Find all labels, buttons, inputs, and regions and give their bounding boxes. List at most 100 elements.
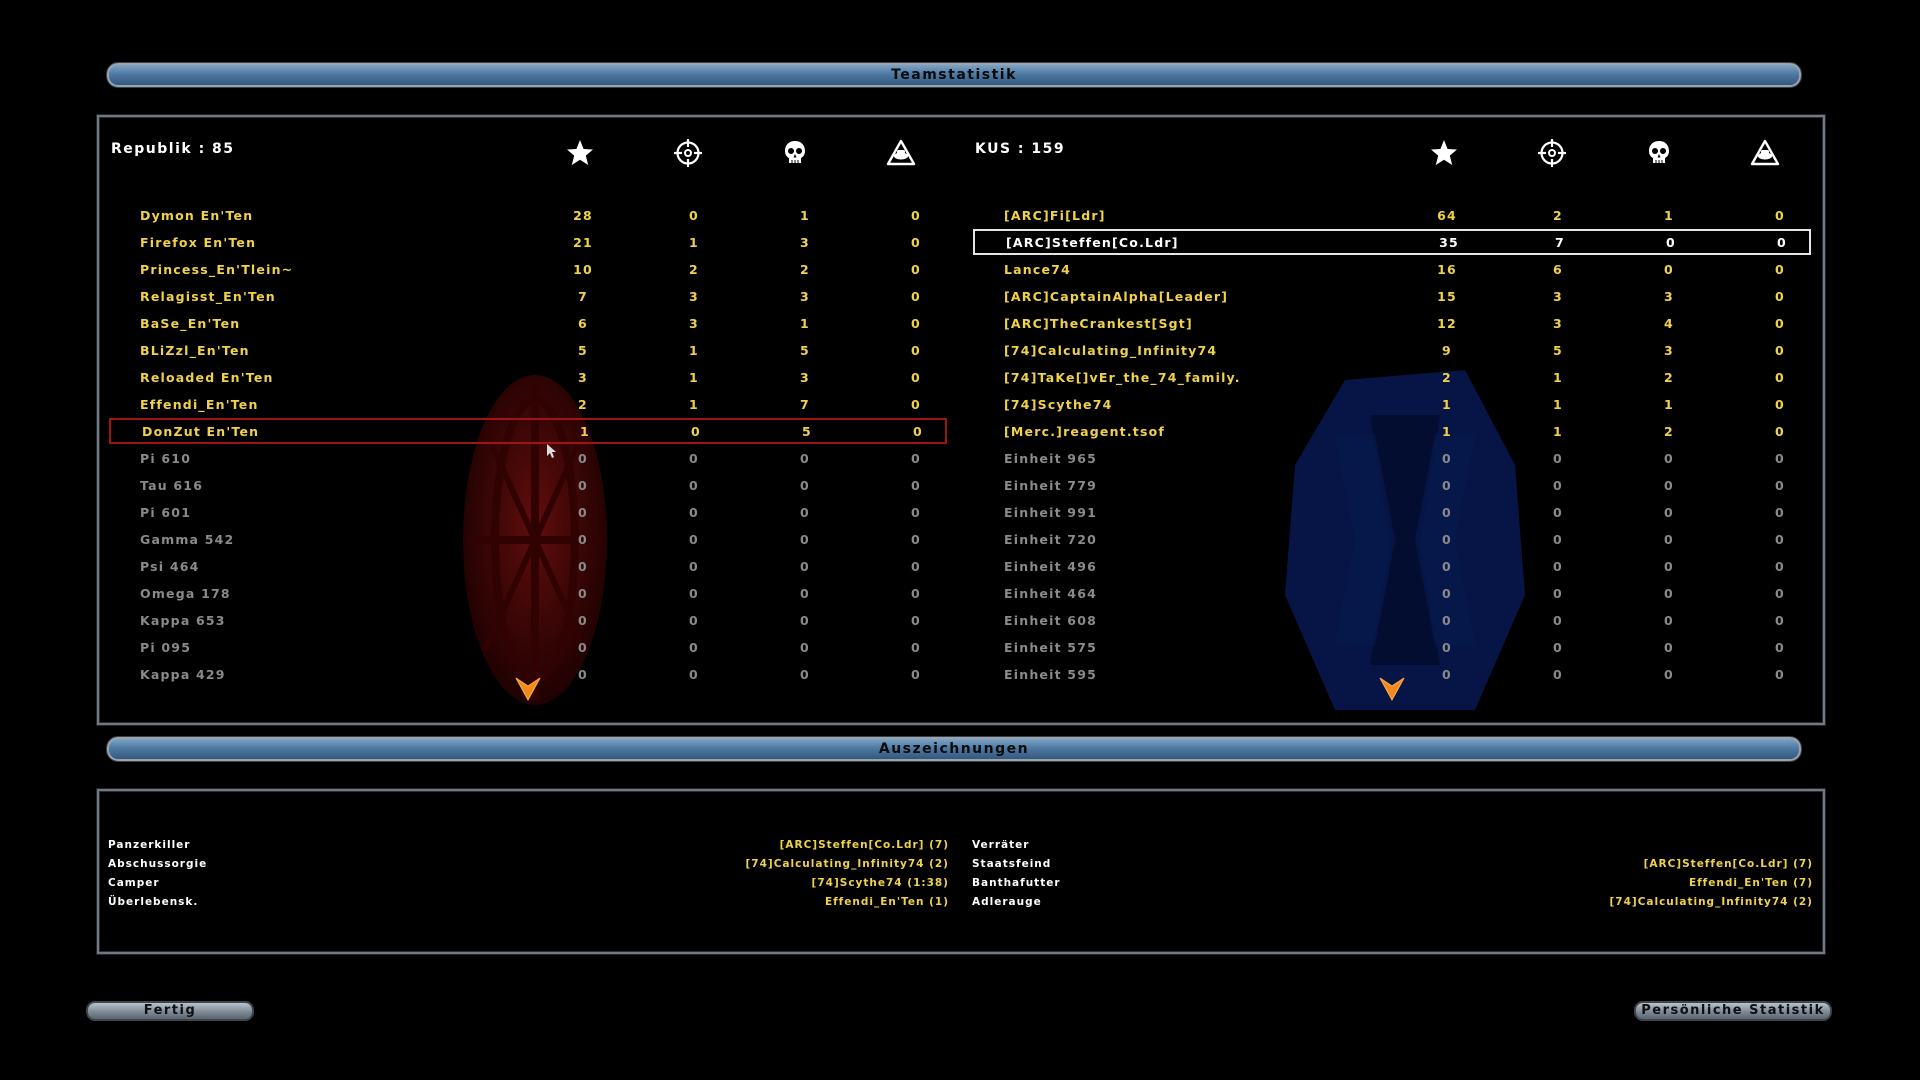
player-row[interactable]: BaSe_En'Ten 6 3 1 0 <box>109 310 947 336</box>
player-row[interactable]: Pi 095 0 0 0 0 <box>109 634 947 660</box>
player-stat-teamkills: 0 <box>1775 262 1785 277</box>
player-row[interactable]: Tau 616 0 0 0 0 <box>109 472 947 498</box>
player-name: [Merc.]reagent.tsof <box>1004 424 1166 439</box>
award-label: Überlebensk. <box>108 896 199 908</box>
player-stat-score: 0 <box>1442 451 1452 466</box>
player-stat-vehicle-kills: 0 <box>1553 451 1563 466</box>
player-stat-score: 0 <box>1442 505 1452 520</box>
player-stat-deaths: 0 <box>1664 505 1674 520</box>
award-label: Banthafutter <box>972 877 1061 889</box>
player-stat-vehicle-kills: 0 <box>689 640 699 655</box>
player-stat-teamkills: 0 <box>911 586 921 601</box>
player-stat-teamkills: 0 <box>911 505 921 520</box>
player-row[interactable]: Lance74 16 6 0 0 <box>973 256 1811 282</box>
player-row[interactable]: [74]Calculating_Infinity74 9 5 3 0 <box>973 337 1811 363</box>
player-stat-deaths: 3 <box>800 370 810 385</box>
player-row[interactable]: Psi 464 0 0 0 0 <box>109 553 947 579</box>
player-stat-score: 0 <box>578 586 588 601</box>
personal-statistics-button[interactable]: Persönliche Statistik <box>1634 1001 1832 1021</box>
player-row[interactable]: [74]TaKe[]vEr_the_74_family. 2 1 2 0 <box>973 364 1811 390</box>
player-row[interactable]: [74]Scythe74 1 1 1 0 <box>973 391 1811 417</box>
player-stat-deaths: 0 <box>1664 451 1674 466</box>
team-name-republik: Republik : 85 <box>111 141 235 157</box>
scroll-down-arrow-icon[interactable] <box>1378 676 1406 702</box>
player-row[interactable]: Pi 610 0 0 0 0 <box>109 445 947 471</box>
fertig-button[interactable]: Fertig <box>86 1001 254 1021</box>
player-name: [74]Scythe74 <box>1004 397 1113 412</box>
player-name: Pi 095 <box>140 640 192 655</box>
scroll-down-arrow-icon[interactable] <box>514 676 542 702</box>
player-row[interactable]: [ARC]Fi[Ldr] 64 2 1 0 <box>973 202 1811 228</box>
player-row[interactable]: [ARC]Steffen[Co.Ldr] 35 7 0 0 <box>973 229 1811 255</box>
player-stat-teamkills: 0 <box>1777 235 1787 250</box>
player-row[interactable]: Relagisst_En'Ten 7 3 3 0 <box>109 283 947 309</box>
player-row[interactable]: Effendi_En'Ten 2 1 7 0 <box>109 391 947 417</box>
player-name: Gamma 542 <box>140 532 235 547</box>
player-row[interactable]: Firefox En'Ten 21 1 3 0 <box>109 229 947 255</box>
player-stat-deaths: 0 <box>1666 235 1676 250</box>
player-name: Reloaded En'Ten <box>140 370 274 385</box>
player-stat-teamkills: 0 <box>1775 586 1785 601</box>
player-name: [ARC]Fi[Ldr] <box>1004 208 1106 223</box>
player-stat-teamkills: 0 <box>911 397 921 412</box>
player-stat-vehicle-kills: 0 <box>689 208 699 223</box>
player-stat-deaths: 5 <box>800 343 810 358</box>
player-stat-teamkills: 0 <box>1775 532 1785 547</box>
player-row[interactable]: Gamma 542 0 0 0 0 <box>109 526 947 552</box>
player-stat-score: 0 <box>578 451 588 466</box>
player-stat-vehicle-kills: 0 <box>689 667 699 682</box>
player-stat-score: 0 <box>578 640 588 655</box>
player-row[interactable]: Einheit 608 0 0 0 0 <box>973 607 1811 633</box>
player-row[interactable]: [ARC]CaptainAlpha[Leader] 15 3 3 0 <box>973 283 1811 309</box>
player-row[interactable]: Reloaded En'Ten 3 1 3 0 <box>109 364 947 390</box>
skull-icon <box>1649 141 1669 163</box>
player-stat-teamkills: 0 <box>1775 316 1785 331</box>
player-row[interactable]: Kappa 653 0 0 0 0 <box>109 607 947 633</box>
player-stat-vehicle-kills: 0 <box>689 586 699 601</box>
player-stat-teamkills: 0 <box>911 262 921 277</box>
player-stat-vehicle-kills: 1 <box>689 343 699 358</box>
player-stat-teamkills: 0 <box>911 235 921 250</box>
player-name: Princess_En'Tlein~ <box>140 262 294 277</box>
player-name: [ARC]TheCrankest[Sgt] <box>1004 316 1193 331</box>
player-stat-deaths: 1 <box>800 316 810 331</box>
player-stat-vehicle-kills: 0 <box>691 424 701 439</box>
player-row[interactable]: Einheit 965 0 0 0 0 <box>973 445 1811 471</box>
player-stat-vehicle-kills: 1 <box>689 235 699 250</box>
player-row[interactable]: [Merc.]reagent.tsof 1 1 2 0 <box>973 418 1811 444</box>
player-row[interactable]: [ARC]TheCrankest[Sgt] 12 3 4 0 <box>973 310 1811 336</box>
mouse-cursor-icon <box>547 444 556 458</box>
player-row[interactable]: Dymon En'Ten 28 0 1 0 <box>109 202 947 228</box>
player-row[interactable]: Pi 601 0 0 0 0 <box>109 499 947 525</box>
player-stat-vehicle-kills: 2 <box>1553 208 1563 223</box>
crosshair-icon <box>1538 139 1566 167</box>
award-winner: Effendi_En'Ten (1) <box>824 896 949 908</box>
player-stat-vehicle-kills: 0 <box>689 559 699 574</box>
player-name: Einheit 496 <box>1004 559 1098 574</box>
player-row[interactable]: DonZut En'Ten 1 0 5 0 <box>109 418 947 444</box>
player-row[interactable]: Einheit 464 0 0 0 0 <box>973 580 1811 606</box>
player-row[interactable]: Princess_En'Tlein~ 10 2 2 0 <box>109 256 947 282</box>
player-row[interactable]: BLiZzl_En'Ten 5 1 5 0 <box>109 337 947 363</box>
player-stat-deaths: 0 <box>1664 586 1674 601</box>
awards-panel <box>97 789 1825 954</box>
player-name: DonZut En'Ten <box>142 424 260 439</box>
award-winner: Effendi_En'Ten (7) <box>1688 877 1813 889</box>
player-row[interactable]: Einheit 991 0 0 0 0 <box>973 499 1811 525</box>
player-stat-deaths: 3 <box>800 289 810 304</box>
player-stat-score: 3 <box>578 370 588 385</box>
player-row[interactable]: Omega 178 0 0 0 0 <box>109 580 947 606</box>
player-stat-score: 1 <box>580 424 590 439</box>
player-stat-teamkills: 0 <box>1775 370 1785 385</box>
player-stat-teamkills: 0 <box>1775 505 1785 520</box>
player-stat-deaths: 2 <box>1664 370 1674 385</box>
player-row[interactable]: Einheit 575 0 0 0 0 <box>973 634 1811 660</box>
player-stat-deaths: 5 <box>802 424 812 439</box>
player-row[interactable]: Einheit 779 0 0 0 0 <box>973 472 1811 498</box>
award-label: Panzerkiller <box>108 839 191 851</box>
player-stat-teamkills: 0 <box>911 478 921 493</box>
player-row[interactable]: Einheit 496 0 0 0 0 <box>973 553 1811 579</box>
award-label: Verräter <box>972 839 1030 851</box>
player-stat-vehicle-kills: 1 <box>1553 424 1563 439</box>
player-row[interactable]: Einheit 720 0 0 0 0 <box>973 526 1811 552</box>
